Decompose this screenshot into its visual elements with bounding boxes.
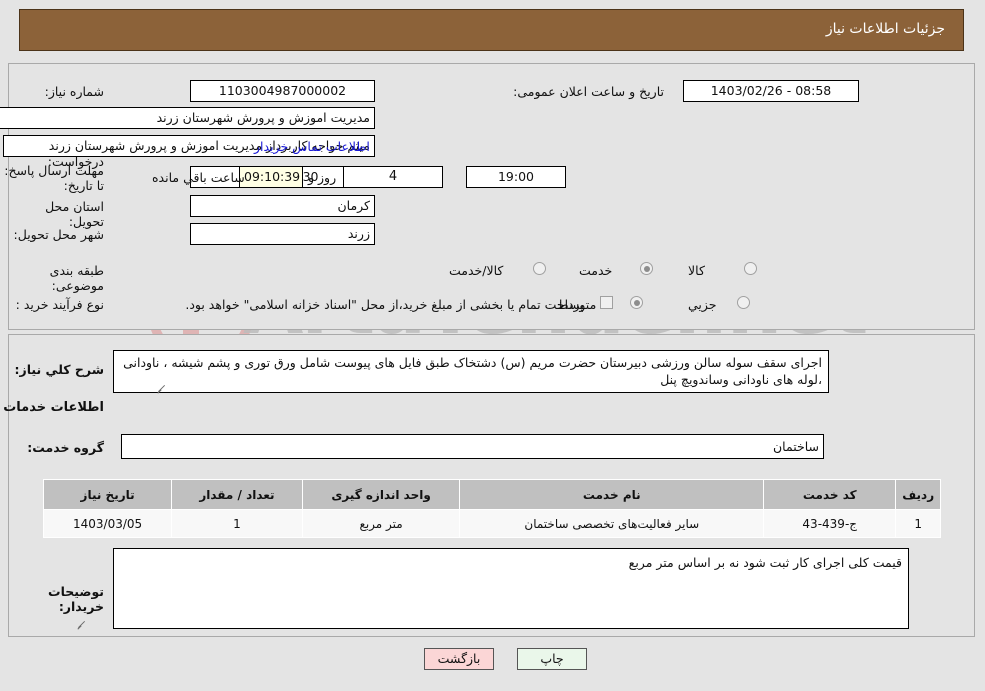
buyer-contact-link[interactable]: اطلاعات تماس خریدار — [255, 139, 371, 154]
announce-datetime-value[interactable]: 08:58 - 1403/02/26 — [684, 80, 860, 102]
col-index: ردیف — [896, 479, 942, 510]
cell-index: 1 — [896, 509, 942, 538]
remaining-days-label: روز و — [309, 170, 338, 185]
buyer-notes-resize-grip[interactable] — [78, 618, 88, 628]
cell-quantity: 1 — [172, 509, 304, 538]
radio-category-kala-label[interactable]: کالا — [689, 263, 706, 278]
cell-service-code: ج-439-43 — [764, 509, 898, 538]
need-description-label: شرح کلي نیاز: — [15, 362, 105, 377]
col-quantity: تعداد / مقدار — [172, 479, 304, 510]
radio-category-kala[interactable] — [745, 262, 758, 275]
col-service-code: کد خدمت — [764, 479, 898, 510]
remaining-time-label: ساعت باقي مانده — [153, 170, 246, 185]
radio-category-kala-khedmat[interactable] — [534, 262, 547, 275]
delivery-city-label: شهر محل تحویل: — [14, 227, 105, 242]
cell-need-date: 1403/03/05 — [43, 509, 174, 538]
treasury-docs-label: پرداخت تمام یا بخشی از مبلغ خرید،از محل … — [186, 297, 585, 312]
buyer-notes-textarea[interactable]: قیمت کلی اجرای کار ثبت شود نه بر اساس مت… — [114, 548, 910, 629]
announce-datetime-label: تاریخ و ساعت اعلان عمومی: — [514, 84, 665, 99]
remaining-days-value[interactable]: 4 — [344, 166, 444, 188]
radio-process-jozei[interactable] — [738, 296, 751, 309]
textarea-resize-grip[interactable] — [158, 382, 168, 392]
subject-category-label: طبقه بندی موضوعی: — [50, 263, 105, 293]
col-service-name: نام خدمت — [460, 479, 766, 510]
cell-service-name: سایر فعالیت‌های تخصصی ساختمان — [460, 509, 766, 538]
page-title: جزئیات اطلاعات نیاز — [826, 21, 946, 37]
remaining-time-countdown: 09:10:39 — [240, 166, 304, 188]
service-group-label: گروه خدمت: — [28, 440, 105, 455]
deadline-label: مهلت ارسال پاسخ: تا تاریخ: — [5, 163, 105, 193]
purchase-process-label: نوع فرآیند خرید : — [16, 297, 105, 312]
table-row: 1 ج-439-43 سایر فعالیت‌های تخصصی ساختمان… — [43, 509, 942, 538]
need-description-textarea[interactable]: اجرای سقف سوله سالن ورزشی دبیرستان حضرت … — [114, 350, 830, 393]
col-need-date: تاریخ نیاز — [43, 479, 174, 510]
need-info-panel — [9, 63, 976, 330]
radio-process-motevaset[interactable] — [631, 296, 644, 309]
need-number-label: شماره نیاز: — [45, 84, 105, 99]
services-table: ردیف کد خدمت نام خدمت واحد اندازه گیری ت… — [43, 479, 942, 538]
services-section-heading: اطلاعات خدمات مورد نیاز — [0, 400, 105, 415]
back-button[interactable]: بازگشت — [425, 648, 495, 670]
delivery-province-label: استان محل تحویل: — [46, 199, 105, 229]
radio-category-kala-khedmat-label[interactable]: کالا/خدمت — [450, 263, 504, 278]
delivery-city-value[interactable]: زرند — [191, 223, 376, 245]
buyer-org-value[interactable]: مدیریت اموزش و پرورش شهرستان زرند — [0, 107, 376, 129]
radio-category-khedmat-label[interactable]: خدمت — [580, 263, 613, 278]
need-number-value[interactable]: 1103004987000002 — [191, 80, 376, 102]
table-header-row: ردیف کد خدمت نام خدمت واحد اندازه گیری ت… — [43, 479, 942, 510]
page-header-bar: جزئیات اطلاعات نیاز — [20, 9, 965, 51]
cell-unit: متر مربع — [302, 509, 462, 538]
deadline-hour-value[interactable]: 19:00 — [467, 166, 567, 188]
buyer-notes-label: توضیحات خریدار: — [49, 584, 105, 614]
treasury-docs-checkbox[interactable] — [601, 296, 614, 309]
print-button[interactable]: چاپ — [518, 648, 588, 670]
col-unit: واحد اندازه گیری — [302, 479, 462, 510]
delivery-province-value[interactable]: کرمان — [191, 195, 376, 217]
service-group-value[interactable]: ساختمان — [122, 434, 825, 459]
radio-category-khedmat[interactable] — [641, 262, 654, 275]
radio-process-jozei-label[interactable]: جزيي — [689, 297, 718, 312]
